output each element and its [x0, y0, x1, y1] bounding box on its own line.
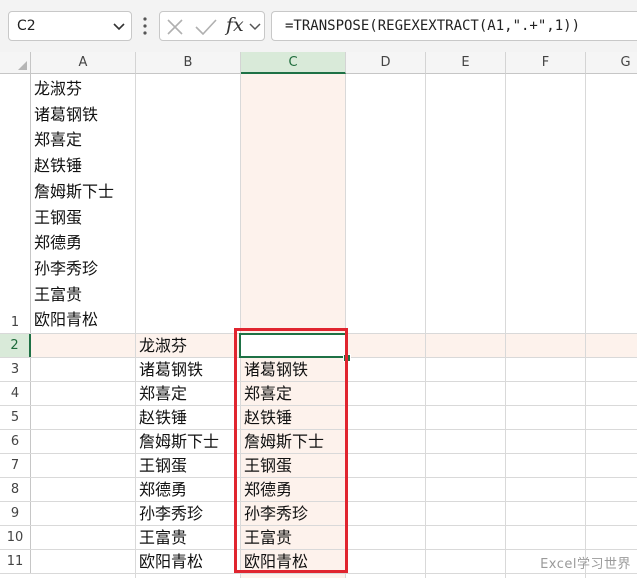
chevron-down-icon[interactable] — [112, 21, 126, 33]
cell-b7[interactable]: 王钢蛋 — [139, 453, 187, 478]
cell-b11[interactable]: 欧阳青松 — [139, 549, 203, 574]
row-header-2[interactable]: 2 — [0, 334, 31, 358]
cell-a1-line[interactable]: 郑喜定 — [34, 127, 82, 152]
grid-line — [505, 74, 506, 578]
cell-a1-line[interactable]: 赵铁锤 — [34, 153, 82, 178]
cell-b6[interactable]: 詹姆斯下士 — [139, 429, 219, 454]
spreadsheet-grid: ABCDEFG 1 2 3 4 5 6 7 8 9 10 11 龙淑芬 诸葛钢铁 郑喜定 赵铁锤 詹姆斯下士… — [0, 52, 637, 578]
spill-range-highlight — [234, 328, 348, 573]
column-header-a[interactable]: A — [31, 52, 136, 74]
name-box[interactable]: C2 — [8, 11, 132, 41]
grid-line — [425, 74, 426, 578]
cell-a1-line[interactable]: 詹姆斯下士 — [34, 179, 114, 204]
cancel-icon[interactable] — [166, 19, 184, 35]
grid-line — [0, 573, 637, 574]
row-header-5[interactable]: 5 — [0, 406, 31, 430]
cell-b4[interactable]: 郑喜定 — [139, 381, 187, 406]
watermark: Excel学习世界 — [540, 557, 631, 572]
cell-b2[interactable]: 龙淑芬 — [139, 333, 187, 358]
row-header-10[interactable]: 10 — [0, 526, 31, 550]
grid-line — [135, 74, 136, 578]
column-header-e[interactable]: E — [426, 52, 506, 74]
name-box-value: C2 — [17, 18, 36, 34]
cell-b5[interactable]: 赵铁锤 — [139, 405, 187, 430]
column-header-c[interactable]: C — [241, 52, 346, 74]
cell-a1-line[interactable]: 王富贵 — [34, 282, 82, 307]
column-header-g[interactable]: G — [586, 52, 637, 74]
row-header-9[interactable]: 9 — [0, 502, 31, 526]
cell-a1-line[interactable]: 孙李秀珍 — [34, 256, 98, 281]
select-all-button[interactable] — [0, 52, 31, 74]
column-header-d[interactable]: D — [346, 52, 426, 74]
row-header-3[interactable]: 3 — [0, 358, 31, 382]
cell-a1-line[interactable]: 王钢蛋 — [34, 205, 82, 230]
cell-a1-line[interactable]: 郑德勇 — [34, 230, 82, 255]
cell-a1-line[interactable]: 欧阳青松 — [34, 307, 98, 332]
formula-bar: C2 fx =TRANSPOSE(REGEXEXTRACT(A1,".+",1)… — [0, 0, 637, 52]
formula-input[interactable]: =TRANSPOSE(REGEXEXTRACT(A1,".+",1)) — [271, 11, 637, 41]
chevron-down-icon[interactable] — [249, 22, 261, 32]
row-header-8[interactable]: 8 — [0, 478, 31, 502]
cell-b10[interactable]: 王富贵 — [139, 525, 187, 550]
column-header-f[interactable]: F — [506, 52, 586, 74]
insert-function-button[interactable]: fx — [226, 14, 244, 36]
cell-b8[interactable]: 郑德勇 — [139, 477, 187, 502]
grid-line — [585, 74, 586, 578]
column-header-b[interactable]: B — [136, 52, 241, 74]
row-header-4[interactable]: 4 — [0, 382, 31, 406]
cell-b9[interactable]: 孙李秀珍 — [139, 501, 203, 526]
row-header-6[interactable]: 6 — [0, 430, 31, 454]
row-header-1[interactable]: 1 — [0, 74, 31, 334]
cell-b3[interactable]: 诸葛钢铁 — [139, 357, 203, 382]
enter-check-icon[interactable] — [195, 19, 217, 35]
more-options-icon[interactable] — [143, 17, 147, 35]
row-header-11[interactable]: 11 — [0, 550, 31, 574]
row-header-7[interactable]: 7 — [0, 454, 31, 478]
formula-controls: fx — [159, 11, 265, 41]
cell-a1-line[interactable]: 龙淑芬 — [34, 76, 82, 101]
cell-a1-line[interactable]: 诸葛钢铁 — [34, 102, 98, 127]
